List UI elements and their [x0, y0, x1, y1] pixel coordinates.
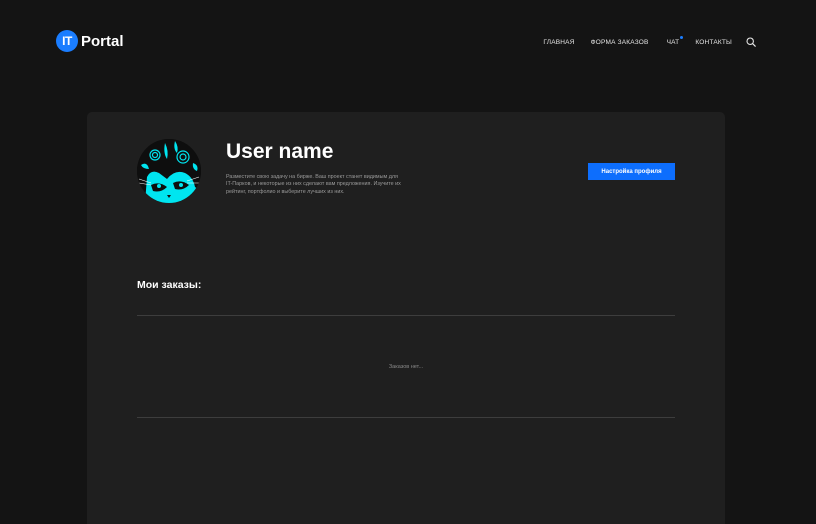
logo-text: Portal	[81, 32, 124, 50]
user-name: User name	[226, 140, 334, 163]
orders-title: Мои заказы:	[137, 279, 202, 291]
chat-notification-dot	[680, 35, 684, 39]
main-nav: ГЛАВНАЯ ФОРМА ЗАКАЗОВ ЧАТ КОНТАКТЫ	[543, 35, 756, 47]
search-icon[interactable]	[746, 37, 756, 47]
profile-description: Разместите свою задачу на бирже. Ваш про…	[226, 174, 401, 195]
orders-empty-message: Заказов нет...	[388, 364, 424, 370]
nav-orders-form[interactable]: ФОРМА ЗАКАЗОВ	[591, 39, 649, 46]
orders-divider-bottom	[137, 417, 675, 418]
nav-chat[interactable]: ЧАТ	[666, 35, 684, 46]
profile-settings-button[interactable]: Настройка профиля	[588, 163, 675, 180]
avatar-image	[137, 139, 201, 203]
nav-chat-label: ЧАТ	[666, 38, 680, 46]
orders-divider-top	[137, 315, 675, 316]
logo-badge: IT	[56, 30, 78, 52]
profile-card: User name Разместите свою задачу на бирж…	[87, 112, 725, 524]
site-header: IT Portal ГЛАВНАЯ ФОРМА ЗАКАЗОВ ЧАТ КОНТ…	[0, 0, 816, 82]
nav-home[interactable]: ГЛАВНАЯ	[543, 39, 574, 46]
logo[interactable]: IT Portal	[56, 30, 124, 52]
avatar[interactable]	[137, 139, 201, 203]
nav-contacts[interactable]: КОНТАКТЫ	[695, 39, 732, 46]
